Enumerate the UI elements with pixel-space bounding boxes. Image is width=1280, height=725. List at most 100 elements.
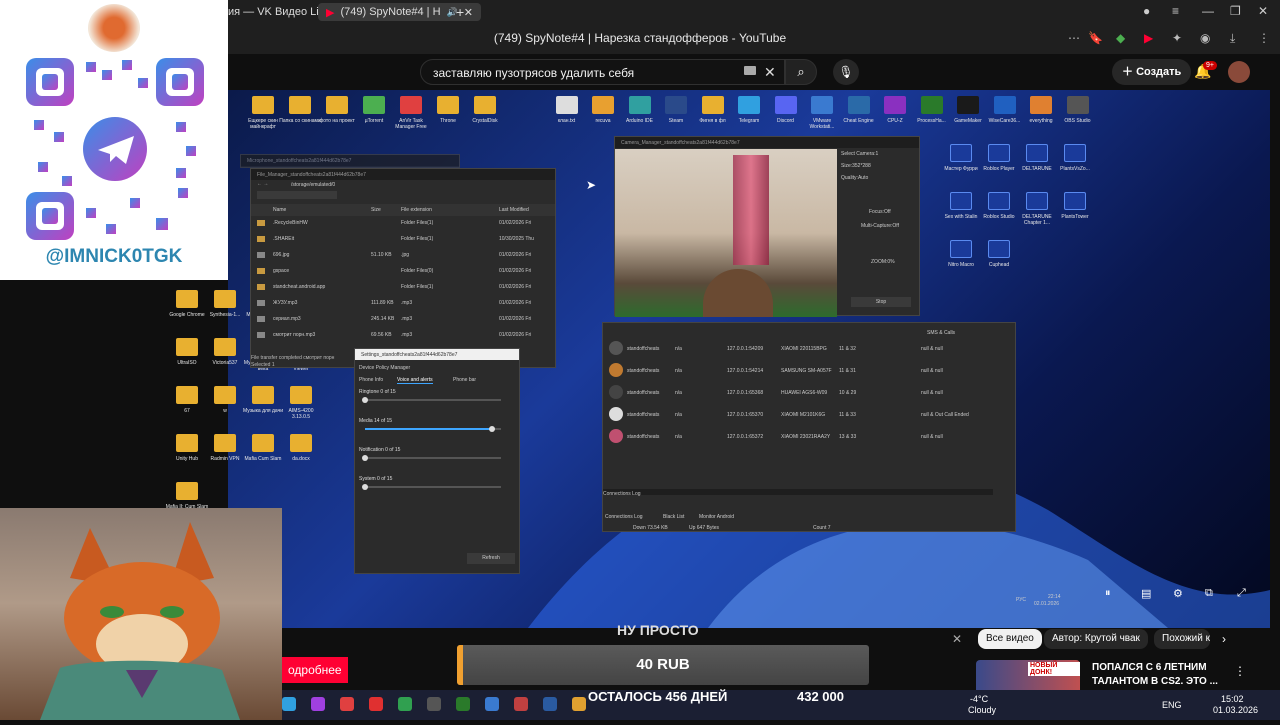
desktop-icon[interactable]	[289, 96, 311, 114]
restore-icon[interactable]: ❐	[1230, 4, 1241, 18]
miniplayer-icon[interactable]: ⧉	[1205, 587, 1213, 600]
close-ad-icon[interactable]: ✕	[952, 632, 962, 646]
desktop-icon[interactable]	[701, 96, 724, 114]
focus-toggle[interactable]: Focus:Off	[869, 209, 891, 215]
table-row[interactable]: standoffcheats n/a 127.0.0.1:54214 SAMSUNG …	[603, 361, 1015, 381]
profile-icon[interactable]: ●	[1143, 4, 1150, 18]
desktop-icon[interactable]	[738, 96, 760, 114]
download-icon[interactable]: ⤓	[1230, 31, 1235, 46]
search-input[interactable]: заставляю пузотрясов удалить себя	[420, 59, 785, 85]
table-row[interactable]: standcheat.android.app Folder Files(1) 01/…	[251, 281, 555, 293]
video-player[interactable]: Ещкере скин майнкрафт Папка со скинами фот…	[166, 90, 1270, 628]
clock-time[interactable]: 15:02	[1221, 694, 1244, 704]
desktop-icon[interactable]	[847, 96, 870, 114]
minimize-icon[interactable]: —	[1202, 4, 1214, 18]
desktop-icon[interactable]	[176, 290, 198, 308]
desktop-icon[interactable]	[920, 96, 943, 114]
desktop-icon[interactable]	[437, 96, 459, 114]
desktop-icon[interactable]	[1064, 144, 1086, 162]
desktop-icon[interactable]	[988, 144, 1010, 162]
new-tab-button[interactable]: +	[456, 4, 464, 20]
taskbar-app-icon[interactable]	[369, 697, 383, 711]
desktop-icon[interactable]	[774, 96, 797, 114]
desktop-icon[interactable]	[176, 338, 198, 356]
multi-capture-toggle[interactable]: Multi-Capture:Off	[861, 223, 899, 229]
taskbar-app-icon[interactable]	[514, 697, 528, 711]
table-row[interactable]: смотрит порн.mp3 69.56 KB .mp3 01/02/2026 F…	[251, 329, 555, 341]
taskbar-app-icon[interactable]	[398, 697, 412, 711]
desktop-icon[interactable]	[950, 240, 972, 258]
table-row[interactable]: standoffcheats n/a 127.0.0.1:54209 XIAOMI 2…	[603, 339, 1015, 359]
tab-connections-log[interactable]: Connections Log	[605, 514, 643, 520]
youtube-ext-icon[interactable]: ▶	[1144, 31, 1153, 45]
refresh-button[interactable]: Refresh	[467, 553, 515, 564]
desktop-icon[interactable]	[1064, 192, 1086, 210]
puzzle-icon[interactable]: ✦	[1172, 31, 1182, 45]
clock-date[interactable]: 01.03.2026	[1213, 705, 1258, 715]
desktop-icon[interactable]	[592, 96, 614, 114]
desktop-icon[interactable]	[957, 96, 979, 114]
avatar[interactable]	[1228, 61, 1250, 83]
fullscreen-icon[interactable]: ⤢	[1237, 587, 1246, 600]
desktop-icon[interactable]	[950, 144, 972, 162]
table-row[interactable]: .RecycleBinHW Folder Files(1) 01/02/2026 F…	[251, 217, 555, 229]
settings-gear-icon[interactable]: ⚙	[1173, 587, 1183, 600]
desktop-icon[interactable]	[252, 96, 274, 114]
menu-icon[interactable]: ≡	[1172, 4, 1179, 18]
desktop-icon[interactable]	[176, 434, 198, 452]
volume-slider[interactable]	[362, 484, 501, 490]
desktop-icon[interactable]	[214, 338, 236, 356]
tab-phone-bar[interactable]: Phone bar	[453, 377, 476, 383]
close-tab-icon[interactable]: ✕	[464, 6, 473, 19]
desktop-icon[interactable]	[176, 482, 198, 500]
pause-icon[interactable]: ⏸	[1105, 587, 1111, 600]
tab-monitor-android[interactable]: Monitor Android	[699, 514, 734, 520]
desktop-icon[interactable]	[252, 386, 274, 404]
desktop-icon[interactable]	[214, 386, 236, 404]
desktop-icon[interactable]	[628, 96, 651, 114]
clients-window[interactable]: SMS & Calls standoffcheats n/a 127.0.0.1:5…	[602, 322, 1016, 532]
slider-handle[interactable]	[488, 426, 495, 432]
table-row[interactable]: standoffcheats n/a 127.0.0.1:65370 XIAOMI M…	[603, 405, 1015, 425]
desktop-icon[interactable]	[950, 192, 972, 210]
quality-select[interactable]: Quality:Auto	[841, 175, 868, 181]
desktop-icon[interactable]	[326, 96, 348, 114]
size-select[interactable]: Size:352*288	[841, 163, 871, 169]
file-manager-window[interactable]: File_Manager_standoffcheats2a81f444d62b7…	[250, 168, 556, 368]
bookmark-icon[interactable]: 🔖	[1088, 31, 1103, 45]
volume-slider[interactable]	[362, 397, 501, 403]
stop-button[interactable]: Stop	[851, 297, 911, 307]
settings-window[interactable]: Settings_standoffcheats2a81f444d62b78e7 …	[354, 348, 520, 574]
microphone-window[interactable]: Microphone_standoffcheats2a81f444d62b78e…	[240, 154, 460, 168]
chevron-right-icon[interactable]: ›	[1222, 632, 1226, 646]
table-row[interactable]: сериал.mp3 245.14 KB .mp3 01/02/2026 Fri	[251, 313, 555, 325]
path-field[interactable]: /storage/emulated/0	[291, 182, 335, 188]
taskbar-app-icon[interactable]	[427, 697, 441, 711]
search-button[interactable]: ⌕	[785, 59, 817, 85]
slider-handle[interactable]	[362, 455, 368, 461]
volume-slider[interactable]	[365, 426, 501, 432]
more-vert-icon[interactable]: ⋮	[1234, 664, 1246, 678]
desktop-icon[interactable]	[1066, 96, 1089, 114]
mic-button[interactable]: 🎙	[833, 59, 859, 85]
desktop-icon[interactable]	[665, 96, 687, 114]
taskbar-app-icon[interactable]	[543, 697, 557, 711]
desktop-icon[interactable]	[1026, 192, 1048, 210]
desktop-icon[interactable]	[884, 96, 906, 114]
desktop-icon[interactable]	[555, 96, 578, 114]
chip-similar[interactable]: Похожий к	[1154, 629, 1210, 649]
taskbar-app-icon[interactable]	[282, 697, 296, 711]
desktop-icon[interactable]	[811, 96, 833, 114]
create-button[interactable]: ＋ Создать	[1112, 59, 1192, 85]
chip-author[interactable]: Автор: Крутой чвак	[1044, 629, 1148, 649]
tab-vk[interactable]: ия — VK Видео Live	[228, 4, 330, 20]
desktop-icon[interactable]	[400, 96, 422, 114]
close-window-icon[interactable]: ✕	[1258, 4, 1268, 18]
nav-back-icon[interactable]: ← →	[257, 181, 268, 187]
desktop-icon[interactable]	[988, 192, 1010, 210]
taskbar-app-icon[interactable]	[456, 697, 470, 711]
keyboard-icon[interactable]	[744, 66, 756, 75]
table-row[interactable]: gspace Folder Files(0) 01/02/2026 Fri	[251, 265, 555, 277]
desktop-icon[interactable]	[176, 386, 198, 404]
table-row[interactable]: standoffcheats n/a 127.0.0.1:65368 HUAWEI A…	[603, 383, 1015, 403]
